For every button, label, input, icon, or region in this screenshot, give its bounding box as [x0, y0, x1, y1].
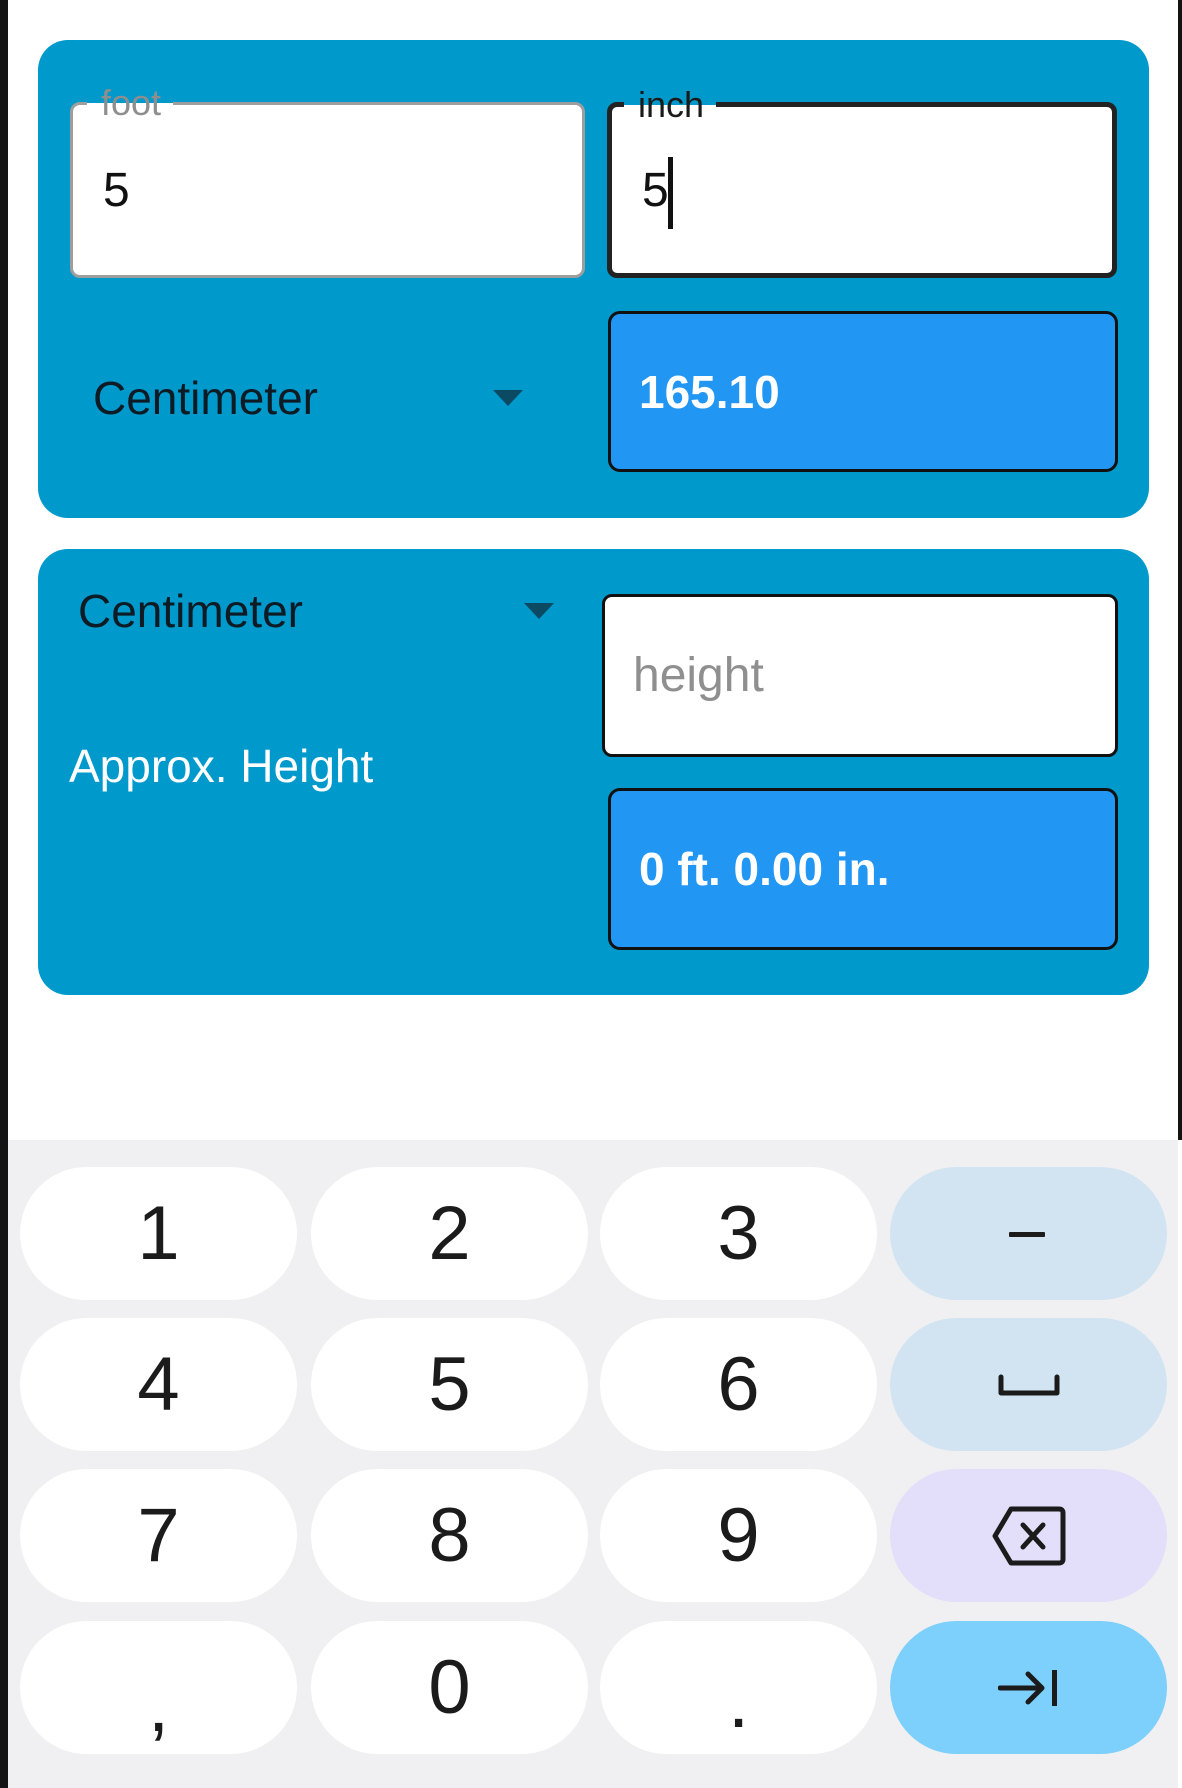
minus-icon	[1008, 1231, 1045, 1237]
height-input[interactable]	[605, 597, 1115, 754]
key-4[interactable]: 4	[20, 1318, 297, 1451]
screen-edge-left	[0, 0, 8, 1788]
key-comma[interactable]: ,	[20, 1621, 297, 1754]
feet-inches-converter-card: foot inch Centimeter 165.10	[38, 40, 1149, 518]
numeric-keyboard: 1 2 3 4 5 6 7 8 9 , 0 .	[8, 1140, 1178, 1788]
metric-unit-dropdown[interactable]: Centimeter	[93, 363, 573, 433]
space-bar-icon	[998, 1374, 1059, 1395]
key-2[interactable]: 2	[311, 1167, 588, 1300]
key-period[interactable]: .	[600, 1621, 877, 1754]
key-1[interactable]: 1	[20, 1167, 297, 1300]
key-0[interactable]: 0	[311, 1621, 588, 1754]
tab-next-icon	[997, 1669, 1057, 1706]
foot-field[interactable]: foot	[70, 83, 585, 278]
input-unit-dropdown[interactable]: Centimeter	[78, 576, 558, 646]
metric-to-imperial-card: Centimeter Approx. Height 0 ft. 0.00 in.	[38, 549, 1149, 995]
key-9[interactable]: 9	[600, 1469, 877, 1602]
foot-input[interactable]	[73, 105, 582, 275]
key-8[interactable]: 8	[311, 1469, 588, 1602]
backspace-icon	[992, 1506, 1065, 1565]
key-7[interactable]: 7	[20, 1469, 297, 1602]
key-next[interactable]	[890, 1621, 1167, 1754]
key-3[interactable]: 3	[600, 1167, 877, 1300]
dropdown-arrow-icon	[524, 603, 554, 619]
metric-result: 165.10	[608, 311, 1118, 472]
approx-height-label: Approx. Height	[69, 740, 374, 792]
inch-field[interactable]: inch	[607, 85, 1117, 278]
foot-field-label: foot	[87, 83, 174, 123]
key-minus[interactable]	[890, 1167, 1167, 1300]
key-5[interactable]: 5	[311, 1318, 588, 1451]
key-6[interactable]: 6	[600, 1318, 877, 1451]
metric-unit-selected: Centimeter	[93, 372, 318, 424]
key-space[interactable]	[890, 1318, 1167, 1451]
inch-field-label: inch	[624, 85, 717, 125]
input-unit-selected: Centimeter	[78, 585, 303, 637]
key-backspace[interactable]	[890, 1469, 1167, 1602]
imperial-result: 0 ft. 0.00 in.	[608, 788, 1118, 950]
dropdown-arrow-icon	[493, 390, 523, 406]
screen-edge-right	[1178, 0, 1182, 1140]
inch-input[interactable]	[612, 107, 1112, 273]
height-field[interactable]	[602, 594, 1118, 757]
text-cursor	[668, 157, 673, 229]
